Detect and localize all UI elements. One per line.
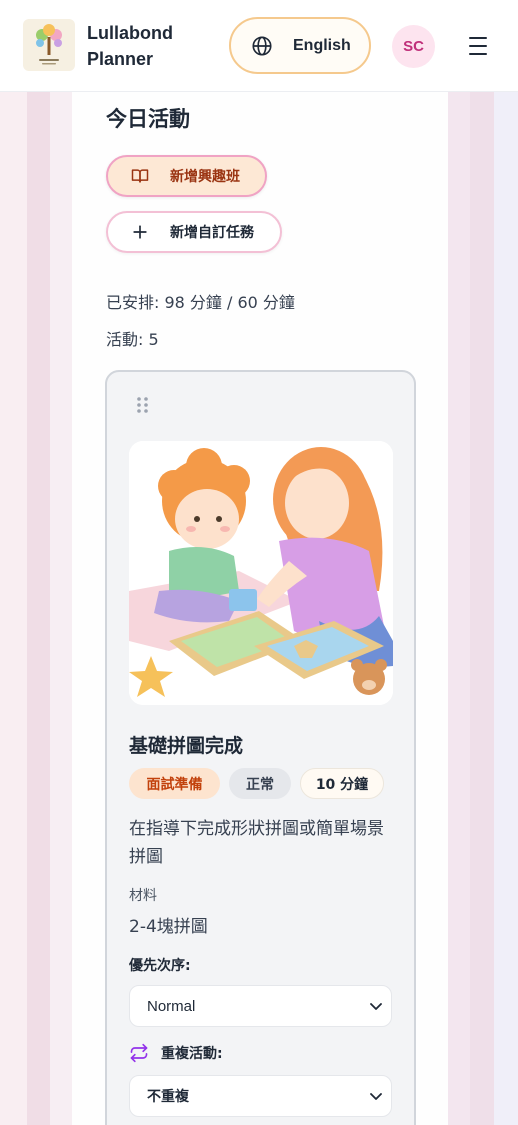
brand-name-line1: Lullabond: [87, 23, 173, 43]
section-title: 今日活動: [106, 107, 190, 131]
add-interest-class-button[interactable]: 新增興趣班: [106, 155, 267, 197]
app-logo[interactable]: [23, 19, 75, 71]
activity-illustration: [129, 441, 393, 705]
activity-description: 在指導下完成形狀拼圖或簡單場景拼圖: [129, 819, 384, 867]
book-icon: [131, 169, 149, 183]
duration-tag: 10 分鐘: [300, 768, 384, 799]
plus-icon: [133, 225, 147, 239]
repeat-select[interactable]: 不重複: [129, 1075, 392, 1117]
add-interest-class-label: 新增興趣班: [170, 169, 240, 185]
language-label: English: [293, 36, 351, 54]
user-avatar[interactable]: SC: [392, 25, 435, 68]
scheduled-time-summary: 已安排: 98 分鐘 / 60 分鐘: [106, 293, 295, 312]
language-button[interactable]: English: [229, 17, 371, 74]
hamburger-menu-icon[interactable]: [466, 35, 490, 57]
app-header: Lullabond Planner English SC: [0, 0, 518, 92]
drag-handle-icon[interactable]: [136, 396, 150, 418]
repeat-icon: [130, 1043, 148, 1063]
app-brand[interactable]: Lullabond Planner: [87, 20, 173, 72]
activity-title: 基礎拼圖完成: [129, 735, 244, 757]
category-tag: 面試準備: [129, 768, 220, 799]
chevron-down-icon: [370, 1003, 382, 1010]
priority-label: 優先次序:: [129, 958, 191, 974]
add-custom-task-button[interactable]: 新增自訂任務: [106, 211, 282, 253]
repeat-label: 重複活動:: [161, 1046, 223, 1062]
activity-count: 活動: 5: [106, 330, 159, 349]
globe-icon: [252, 35, 272, 56]
priority-tag: 正常: [229, 768, 291, 799]
tree-logo-icon: [36, 24, 62, 65]
priority-select[interactable]: Normal: [129, 985, 392, 1027]
materials-value: 2-4塊拼圖: [129, 917, 208, 937]
repeat-label-row: 重複活動:: [129, 1043, 223, 1063]
materials-label: 材料: [129, 888, 157, 904]
brand-name-line2: Planner: [87, 49, 154, 69]
chevron-down-icon: [370, 1093, 382, 1100]
repeat-select-value: 不重複: [147, 1089, 189, 1105]
add-custom-task-label: 新增自訂任務: [170, 225, 254, 241]
priority-select-value: Normal: [147, 997, 196, 1015]
